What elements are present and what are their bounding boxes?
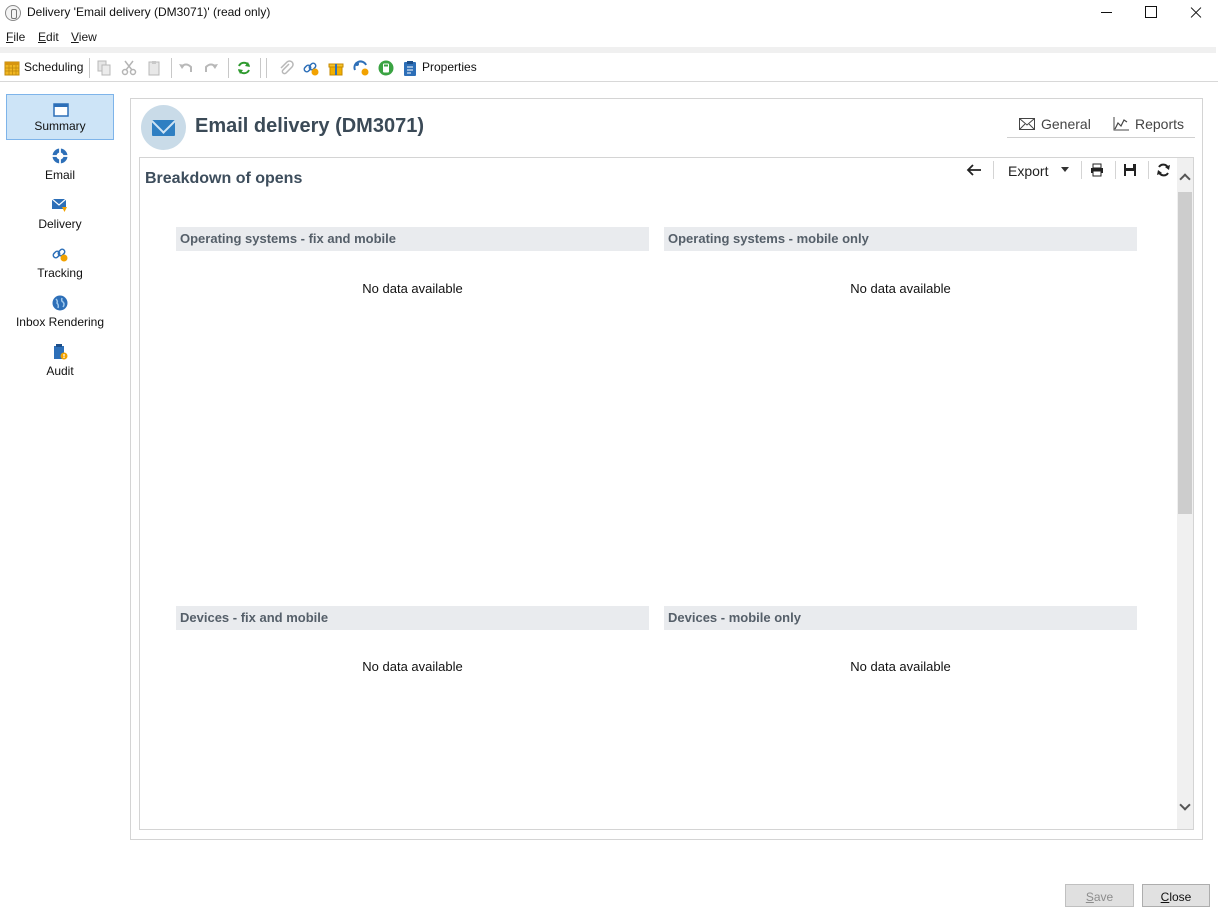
header-divider xyxy=(1007,137,1195,138)
print-icon[interactable] xyxy=(1090,163,1104,177)
sidebar-item-summary[interactable]: Summary xyxy=(6,94,114,140)
chart-os-mobile-only-empty: No data available xyxy=(850,281,951,296)
menu-file[interactable]: File xyxy=(6,30,25,44)
report-toolbar-separator xyxy=(1081,161,1082,179)
export-label: Export xyxy=(1008,163,1049,179)
tab-general-label: General xyxy=(1041,116,1091,132)
chevron-down-icon xyxy=(1061,167,1069,172)
personalization-icon[interactable] xyxy=(353,60,369,76)
toolbar: Scheduling Properties xyxy=(0,54,1218,82)
sidebar-item-label: Tracking xyxy=(37,266,83,280)
chart-devices-fix-mobile-empty: No data available xyxy=(362,659,463,674)
calculator-icon[interactable] xyxy=(378,60,394,76)
globe-icon xyxy=(52,295,68,311)
tracking-icon xyxy=(52,248,68,262)
redo-icon[interactable] xyxy=(203,60,219,76)
maximize-button[interactable] xyxy=(1128,0,1174,26)
report-title: Breakdown of opens xyxy=(145,170,303,187)
attachment-icon[interactable] xyxy=(278,60,294,76)
link-icon[interactable] xyxy=(303,60,319,76)
paste-icon[interactable] xyxy=(146,60,162,76)
sidebar-item-email[interactable]: Email xyxy=(6,142,114,188)
sidebar-item-audit[interactable]: Audit xyxy=(6,338,114,384)
report-frame: Breakdown of opens Export Operating syst… xyxy=(139,157,1194,830)
copy-icon[interactable] xyxy=(96,60,112,76)
menu-edit[interactable]: Edit xyxy=(38,30,59,44)
delivery-icon xyxy=(52,198,67,212)
gift-icon[interactable] xyxy=(328,60,344,76)
sidebar-item-delivery[interactable]: Delivery xyxy=(6,191,114,237)
window-title: Delivery 'Email delivery (DM3071)' (read… xyxy=(27,5,271,19)
menu-bar: File Edit View xyxy=(0,27,1220,47)
chart-os-fix-mobile-header: Operating systems - fix and mobile xyxy=(176,227,649,251)
envelope-icon xyxy=(1019,118,1035,130)
toolbar-separator xyxy=(260,58,261,78)
properties-label: Properties xyxy=(422,60,477,74)
chart-devices-fix-mobile-header: Devices - fix and mobile xyxy=(176,606,649,630)
toolbar-separator xyxy=(266,58,267,78)
scheduling-label: Scheduling xyxy=(24,60,84,74)
window-close-button[interactable] xyxy=(1173,0,1219,26)
sidebar-item-label: Summary xyxy=(34,119,86,133)
summary-icon xyxy=(53,103,69,117)
toolbar-separator xyxy=(89,58,90,78)
calendar-icon xyxy=(4,61,20,76)
sidebar-item-label: Audit xyxy=(46,364,74,378)
toolbar-separator xyxy=(171,58,172,78)
sidebar-item-label: Inbox Rendering xyxy=(15,315,105,329)
chart-devices-mobile-only-empty: No data available xyxy=(850,659,951,674)
page-title: Email delivery (DM3071) xyxy=(195,115,424,137)
envelope-icon xyxy=(152,120,175,136)
sidebar-item-label: Delivery xyxy=(38,217,82,231)
clipboard-icon xyxy=(404,61,416,76)
email-icon xyxy=(52,148,68,164)
save-icon[interactable] xyxy=(1123,163,1137,177)
cut-icon[interactable] xyxy=(121,60,137,76)
report-toolbar-separator xyxy=(1148,161,1149,179)
report-toolbar-separator xyxy=(1115,161,1116,179)
reload-icon[interactable] xyxy=(1156,163,1171,177)
report-scrollbar[interactable] xyxy=(1177,158,1193,829)
chart-os-mobile-only-header: Operating systems - mobile only xyxy=(664,227,1137,251)
back-arrow-icon[interactable] xyxy=(966,164,982,176)
tab-reports-label: Reports xyxy=(1135,116,1185,132)
main-panel: Email delivery (DM3071) General Reports … xyxy=(130,98,1203,840)
save-button[interactable]: Save xyxy=(1065,884,1134,907)
delivery-avatar xyxy=(141,105,186,150)
menu-view[interactable]: View xyxy=(71,30,97,44)
sidebar-item-inbox-rendering[interactable]: Inbox Rendering xyxy=(6,289,114,335)
sidebar-item-tracking[interactable]: Tracking xyxy=(6,240,114,286)
menu-divider xyxy=(0,47,1216,53)
app-icon xyxy=(5,5,21,21)
audit-icon xyxy=(54,344,68,360)
report-toolbar-separator xyxy=(993,161,994,179)
scroll-up-icon[interactable] xyxy=(1179,173,1191,185)
sidebar-item-label: Email xyxy=(44,168,75,182)
close-button[interactable]: Close xyxy=(1142,884,1210,907)
minimize-button[interactable] xyxy=(1083,0,1129,26)
chart-devices-mobile-only-header: Devices - mobile only xyxy=(664,606,1137,630)
scroll-thumb[interactable] xyxy=(1178,192,1192,514)
scroll-down-icon[interactable] xyxy=(1179,799,1191,811)
refresh-icon[interactable] xyxy=(236,60,252,76)
chart-os-fix-mobile-empty: No data available xyxy=(362,281,463,296)
title-bar: Delivery 'Email delivery (DM3071)' (read… xyxy=(0,0,1220,26)
undo-icon[interactable] xyxy=(178,60,194,76)
sidebar: Summary Email Delivery Tracking Inbox Re… xyxy=(0,84,118,911)
chart-icon xyxy=(1113,117,1129,131)
toolbar-separator xyxy=(228,58,229,78)
